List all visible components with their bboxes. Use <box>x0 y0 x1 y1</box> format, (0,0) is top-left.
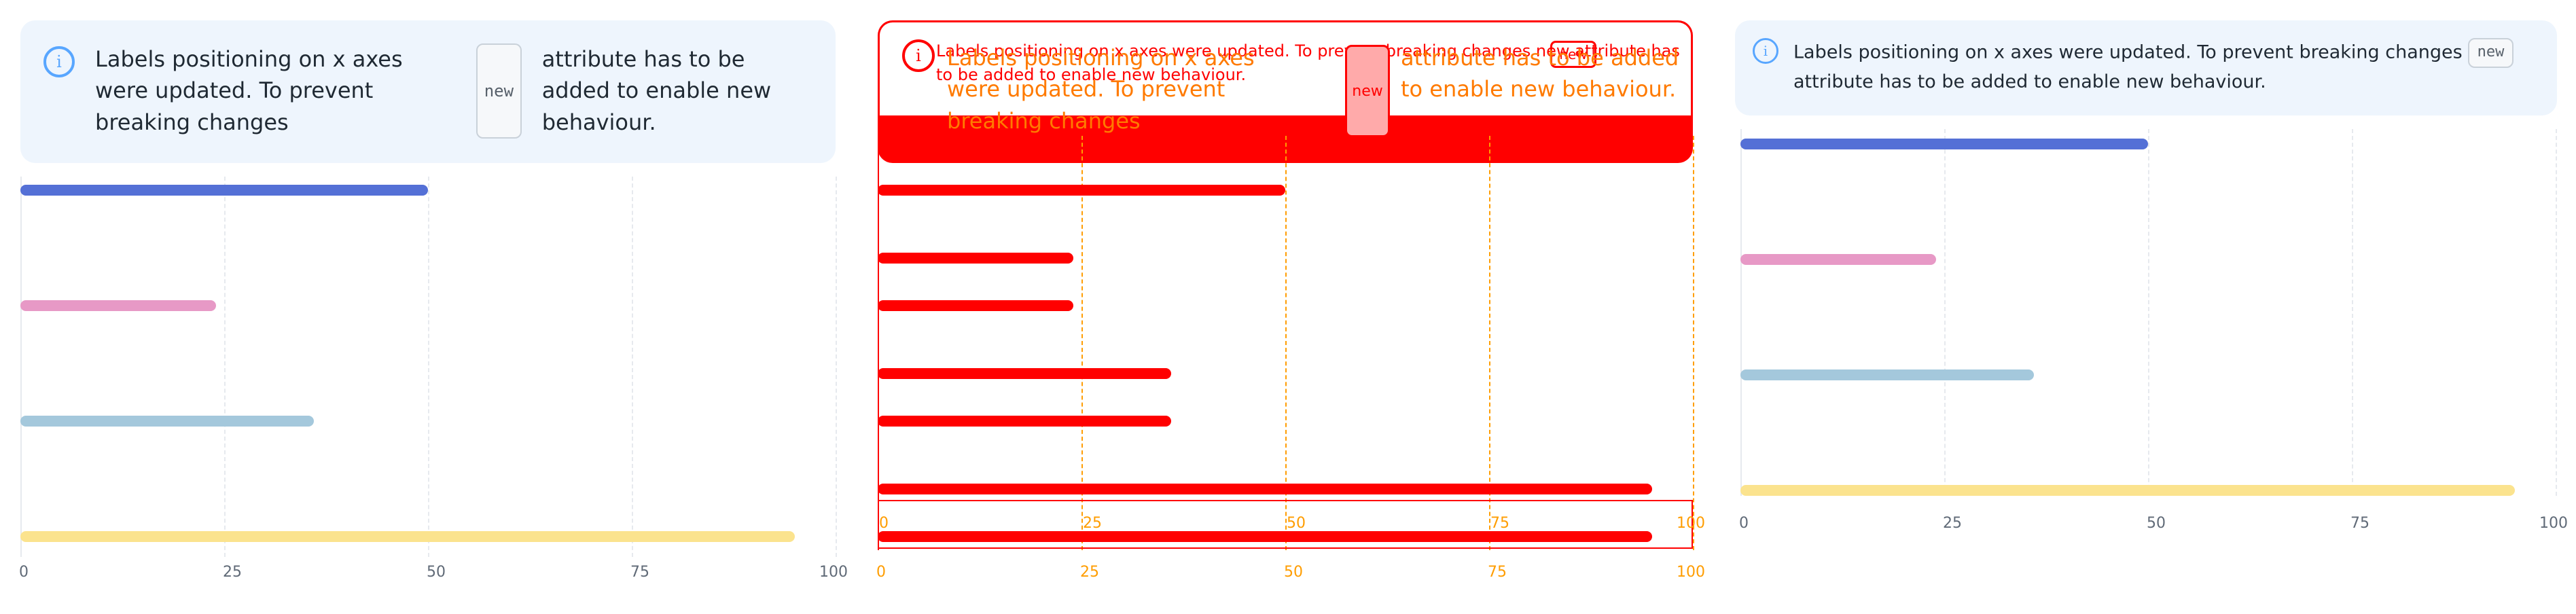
x-tick-label: 100 <box>2539 515 2568 532</box>
x-tick-label: 0 <box>1739 515 1749 532</box>
x-tick-label: 75 <box>630 564 649 581</box>
x-tick-label-debug: 0 <box>879 515 889 532</box>
x-tick-label: 0 <box>876 564 886 581</box>
x-tick-label-debug: 75 <box>1490 515 1509 532</box>
info-alert: i Labels positioning on x axes were upda… <box>20 20 836 163</box>
x-tick-label: 100 <box>819 564 848 581</box>
alert-text-before: Labels positioning on x axes were update… <box>947 45 1255 134</box>
gridline <box>1693 136 1694 550</box>
gridline <box>1944 129 1946 496</box>
x-tick-label: 25 <box>1943 515 1962 532</box>
x-tick-label: 50 <box>1284 564 1303 581</box>
debug-axis-outline <box>878 500 1693 549</box>
panel-debug-overlay: i Labels positioning on x axes were upda… <box>857 0 1706 614</box>
bar <box>878 416 1171 427</box>
bar <box>878 368 1171 379</box>
gridline <box>836 177 837 557</box>
bar <box>1740 369 2034 380</box>
x-tick-label-debug: 100 <box>1677 515 1705 532</box>
x-tick-label: 0 <box>19 564 29 581</box>
gridline <box>632 177 633 557</box>
x-axis-baseline <box>1740 129 1742 496</box>
info-icon: i <box>1753 38 1778 64</box>
gridline <box>224 177 226 557</box>
bar <box>878 253 1073 264</box>
gridline <box>428 177 429 557</box>
info-icon: i <box>902 39 935 72</box>
new-badge: new <box>476 43 522 139</box>
x-tick-label-debug: 25 <box>1083 515 1102 532</box>
panel-small-font: i Labels positioning on x axes were upda… <box>1715 0 2576 614</box>
gridline <box>2556 129 2557 496</box>
gridline <box>2148 129 2149 496</box>
alert-text-after: attribute has to be added to enable new … <box>541 46 772 135</box>
bar <box>878 484 1652 494</box>
bar <box>20 416 314 427</box>
x-tick-label: 100 <box>1677 564 1705 581</box>
bar <box>1740 254 1936 265</box>
info-alert: i Labels positioning on x axes were upda… <box>1735 20 2557 115</box>
bar <box>878 300 1073 311</box>
info-icon: i <box>43 46 75 77</box>
x-tick-label: 25 <box>1080 564 1099 581</box>
bar <box>1740 485 2515 496</box>
x-tick-label: 75 <box>2350 515 2369 532</box>
alert-text: Labels positioning on x axes were update… <box>1793 38 2539 96</box>
x-tick-label: 75 <box>1488 564 1507 581</box>
bar <box>1740 139 2148 149</box>
gridline <box>2352 129 2353 496</box>
bar <box>20 300 216 311</box>
bar <box>878 185 1285 196</box>
x-tick-label: 50 <box>2147 515 2166 532</box>
new-badge: new <box>1345 45 1390 137</box>
alert-text-before: Labels positioning on x axes were update… <box>95 46 403 135</box>
x-axis-baseline <box>20 177 22 557</box>
x-tick-label: 50 <box>427 564 446 581</box>
x-tick-label: 25 <box>223 564 242 581</box>
bar <box>20 531 795 542</box>
new-badge: new <box>2467 38 2514 68</box>
panel-large-font: i Labels positioning on x axes were upda… <box>0 0 849 614</box>
x-tick-label-debug: 50 <box>1287 515 1306 532</box>
bar <box>20 185 428 196</box>
alert-text-after: attribute has to be added to enable new … <box>1401 45 1679 103</box>
